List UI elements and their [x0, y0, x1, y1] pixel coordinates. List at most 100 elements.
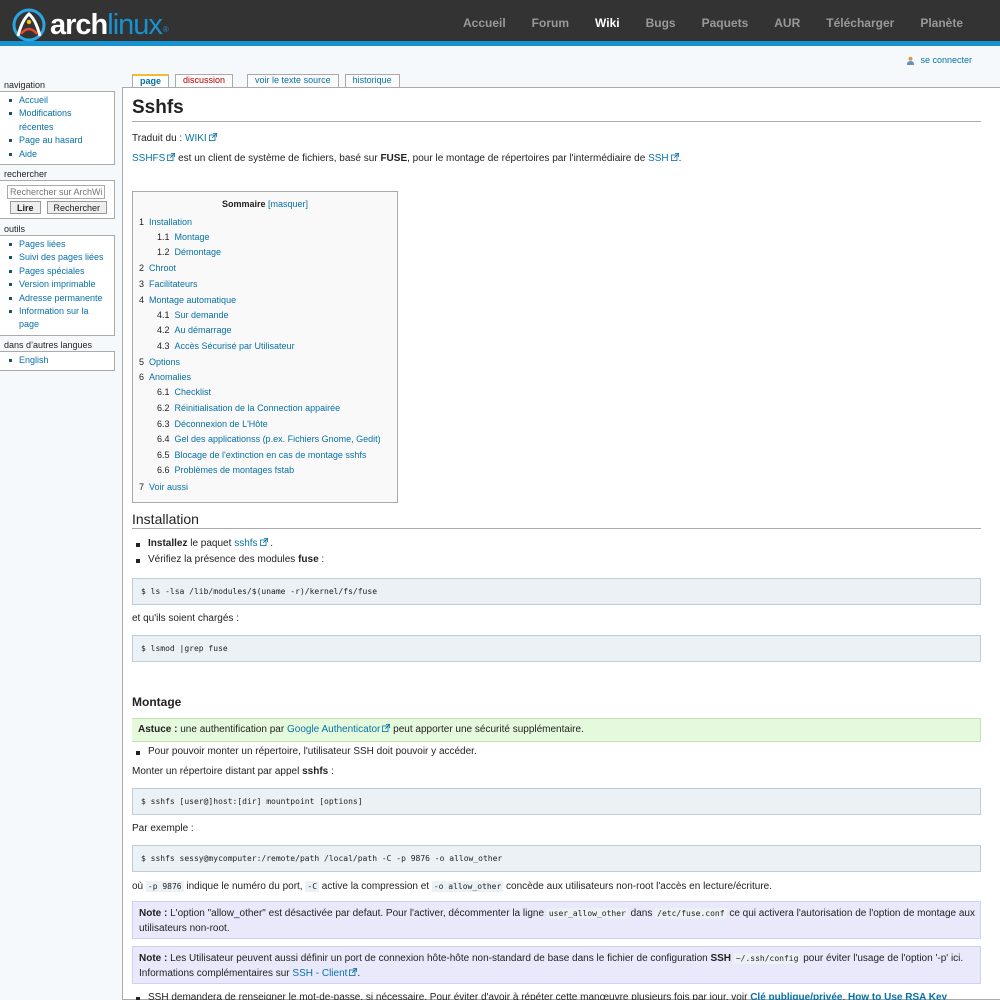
list-item: SSH demandera de renseigner le mot-de-pa…: [132, 992, 947, 1000]
sidebar-item-accueil[interactable]: Accueil: [8, 94, 110, 107]
toc-item[interactable]: 4.2 Au démarrage: [157, 325, 232, 335]
section-heading-installation: Installation: [132, 511, 981, 529]
list-item: Pour pouvoir monter un répertoire, l'uti…: [132, 746, 477, 757]
note-box: Note : L'option "allow_other" est désact…: [132, 901, 981, 939]
sidebar-tools-title: outils: [4, 224, 26, 234]
external-link-icon: [670, 153, 679, 161]
nav-bugs[interactable]: Bugs: [633, 16, 689, 30]
sidebar-item-adresse-permanente[interactable]: Adresse permanente: [8, 292, 110, 305]
search-button[interactable]: Rechercher: [46, 201, 108, 214]
translated-from: Traduit du : WIKI: [132, 131, 217, 146]
search-input[interactable]: [7, 185, 105, 199]
intro-paragraph: SSHFS est un client de système de fichie…: [132, 153, 682, 164]
tab-view-source[interactable]: voir le texte source: [247, 74, 339, 87]
sidebar-item-pages-speciales[interactable]: Pages spéciales: [8, 265, 110, 278]
sidebar-item-suivi[interactable]: Suivi des pages liées: [8, 251, 110, 264]
code-block: $ lsmod |grep fuse: [132, 635, 981, 662]
sidebar-languages-title: dans d’autres langues: [4, 340, 93, 350]
toc-item[interactable]: 6.2 Réinitialisation de la Connection app…: [157, 403, 340, 413]
google-authenticator-link[interactable]: Google Authenticator: [287, 724, 380, 735]
page-tabs: page discussion voir le texte source his…: [132, 74, 406, 88]
code-block: $ sshfs [user@]host:[dir] mountpoint [op…: [132, 788, 981, 815]
nav-telecharger[interactable]: Télécharger: [813, 16, 907, 30]
top-navbar: arch linux ® Accueil Forum Wiki Bugs Paque…: [0, 0, 1000, 46]
nav-paquets[interactable]: Paquets: [689, 16, 762, 30]
external-link-icon: [259, 538, 268, 546]
ssh-link[interactable]: SSH: [648, 153, 669, 164]
logo-registered-mark: ®: [162, 25, 169, 34]
tip-box: Astuce : une authentification par Google…: [132, 718, 981, 742]
nav-forum[interactable]: Forum: [519, 16, 582, 30]
rsa-key-link[interactable]: How to Use RSA Key: [848, 992, 947, 1000]
toc-item[interactable]: 4.3 Accès Sécurisé par Utilisateur: [157, 341, 295, 351]
sidebar-item-pages-liees[interactable]: Pages liées: [8, 238, 110, 251]
toc-item[interactable]: 7 Voir aussi: [139, 482, 188, 492]
sidebar-item-page-au-hasard[interactable]: Page au hasard: [8, 134, 110, 147]
sidebar-navigation-body: Accueil Modifications récentes Page au ha…: [0, 91, 115, 166]
code-block: $ ls -lsa /lib/modules/$(uname -r)/kerne…: [132, 578, 981, 605]
logo-text-arch: arch: [50, 8, 108, 41]
section-heading-montage: Montage: [132, 695, 182, 709]
cle-publique-link[interactable]: Clé publique/privée: [750, 992, 842, 1000]
toc-item[interactable]: 6.4 Gel des applicationss (p.ex. Fichiers…: [157, 434, 381, 444]
sidebar-navigation-title: navigation: [4, 80, 46, 90]
nav-aur[interactable]: AUR: [761, 16, 813, 30]
toc-title: Sommaire [masquer]: [221, 199, 309, 209]
sidebar-item-aide[interactable]: Aide: [8, 148, 110, 161]
toc-item[interactable]: 3 Facilitateurs: [139, 279, 198, 289]
personal-tools: se connecter: [906, 55, 972, 65]
tab-discussion[interactable]: discussion: [175, 74, 234, 87]
toc-item[interactable]: 6 Anomalies: [139, 372, 191, 382]
toc-item[interactable]: 6.3 Déconnexion de L'Hôte: [157, 419, 268, 429]
toc-item[interactable]: 1.2 Démontage: [157, 247, 221, 257]
sidebar-languages-body: English: [0, 351, 115, 372]
toc-item[interactable]: 6.6 Problèmes de montages fstab: [157, 465, 294, 475]
sidebar-navigation: navigation Accueil Modifications récentes…: [0, 80, 115, 166]
list-item: Vérifiez la présence des modules fuse :: [132, 554, 324, 565]
nav-accueil[interactable]: Accueil: [450, 16, 519, 30]
sshfs-link[interactable]: SSHFS: [132, 153, 165, 164]
toc-item[interactable]: 4 Montage automatique: [139, 295, 236, 305]
sidebar-search: rechercher Lire Rechercher: [0, 169, 115, 219]
toc-item[interactable]: 4.1 Sur demande: [157, 310, 229, 320]
paragraph: où -p 9876 indique le numéro du port, -C…: [132, 881, 772, 892]
toc-item[interactable]: 6.1 Checklist: [157, 387, 211, 397]
tab-page[interactable]: page: [132, 74, 170, 88]
sidebar-item-english[interactable]: English: [8, 354, 110, 367]
ssh-client-link[interactable]: SSH - Client: [292, 968, 347, 979]
sidebar-item-information[interactable]: Information sur la page: [8, 305, 110, 332]
code-block: $ sshfs sessy@mycomputer:/remote/path /l…: [132, 845, 981, 872]
paragraph: Monter un répertoire distant par appel s…: [132, 766, 334, 777]
translated-wiki-link[interactable]: WIKI: [185, 133, 207, 144]
toc-item[interactable]: 5 Options: [139, 357, 180, 367]
archlinux-logo[interactable]: arch linux ®: [12, 8, 169, 42]
sshfs-package-link[interactable]: sshfs: [234, 538, 257, 549]
tab-history[interactable]: historique: [344, 74, 400, 87]
toc-item[interactable]: 1 Installation: [139, 217, 192, 227]
main-nav-menu: Accueil Forum Wiki Bugs Paquets AUR Télé…: [450, 0, 976, 46]
sidebar-search-body: Lire Rechercher: [0, 180, 115, 219]
page-title: Sshfs: [132, 97, 981, 122]
sidebar-item-modifications[interactable]: Modifications récentes: [8, 107, 110, 134]
sidebar-tools-body: Pages liées Suivi des pages liées Pages …: [0, 235, 115, 336]
sidebar-search-title: rechercher: [4, 169, 48, 179]
nav-wiki[interactable]: Wiki: [582, 16, 633, 30]
toc-toggle[interactable]: [masquer]: [268, 199, 308, 209]
sidebar-languages: dans d’autres langues English: [0, 340, 115, 372]
list-item: Installez le paquet sshfs .: [132, 538, 273, 549]
toc-item[interactable]: 6.5 Blocage de l'extinction en cas de mon…: [157, 450, 366, 460]
sidebar-tools: outils Pages liées Suivi des pages liées…: [0, 224, 115, 336]
toc-item[interactable]: 1.1 Montage: [157, 232, 210, 242]
login-link[interactable]: se connecter: [920, 55, 972, 65]
arch-logo-icon: [12, 8, 46, 42]
main-content: Sshfs Traduit du : WIKI SSHFS est un cli…: [122, 87, 1000, 1000]
external-link-icon: [208, 133, 217, 141]
logo-text-linux: linux: [107, 8, 163, 41]
search-go-button[interactable]: Lire: [10, 201, 41, 214]
note-box: Note : Les Utilisateur peuvent aussi déf…: [132, 946, 981, 984]
sidebar-item-version-imprimable[interactable]: Version imprimable: [8, 278, 110, 291]
nav-planete[interactable]: Planète: [907, 16, 976, 30]
paragraph: et qu'ils soient chargés :: [132, 613, 239, 624]
toc-item[interactable]: 2 Chroot: [139, 263, 176, 273]
table-of-contents: Sommaire [masquer] 1 Installation 1.1 Mont…: [132, 191, 398, 503]
